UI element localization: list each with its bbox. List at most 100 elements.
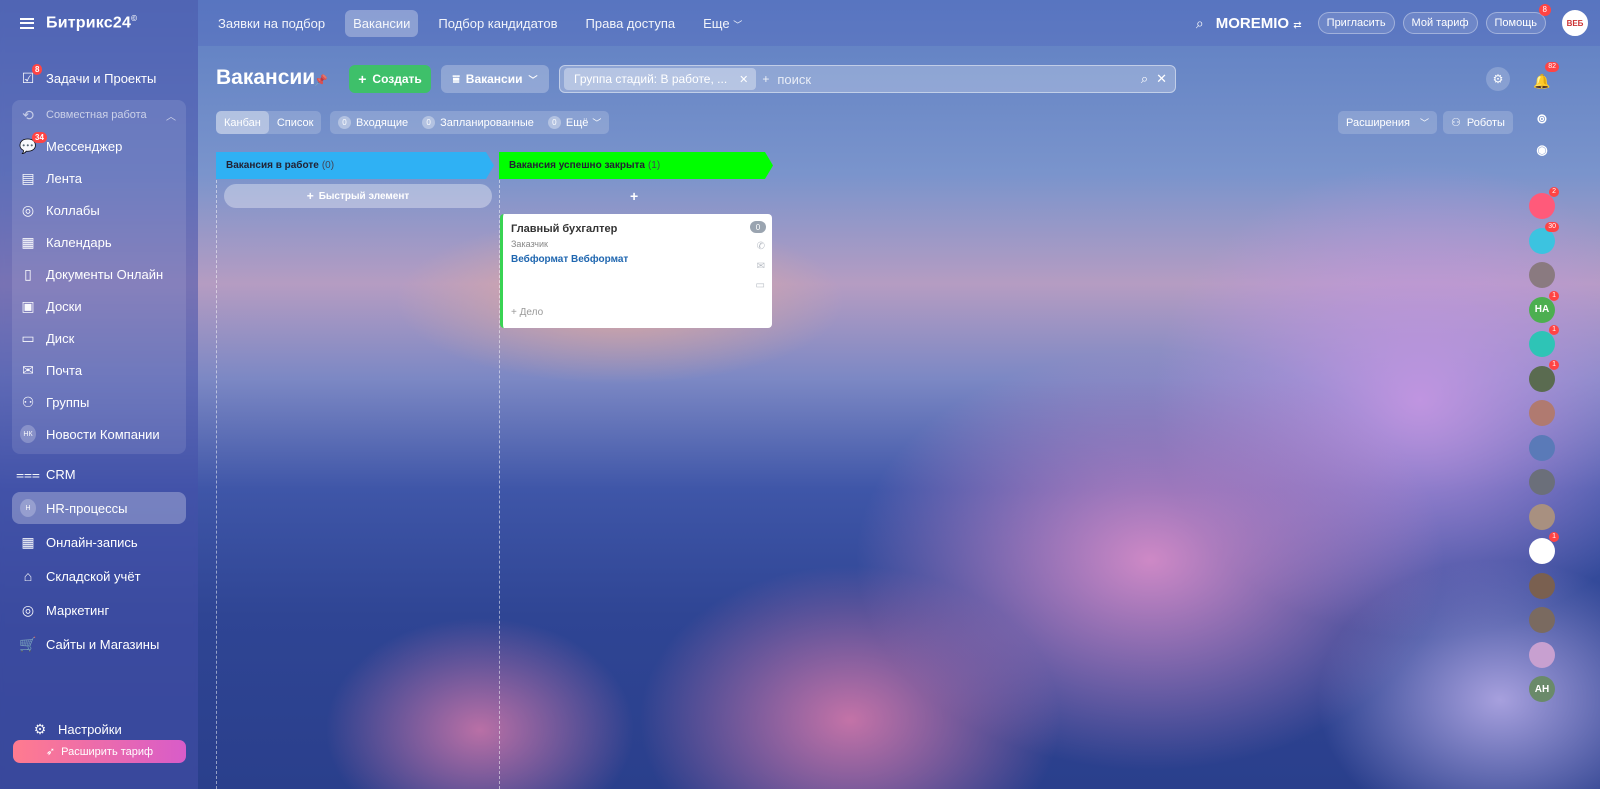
sidebar-item-sites[interactable]: 🛒 Сайты и Магазины — [12, 628, 186, 660]
scan-icon[interactable]: ⊚ — [1529, 106, 1555, 132]
right-bar-avatar[interactable]: 1 — [1529, 359, 1559, 392]
sidebar-item-label: Почта — [46, 362, 83, 378]
groups-icon: ⚇ — [21, 393, 35, 410]
sidebar-item-calendar[interactable]: ▦ Календарь — [12, 226, 186, 258]
avatar-badge: 2 — [1549, 187, 1559, 197]
right-bar-avatar[interactable]: 1 — [1529, 325, 1559, 357]
help-button[interactable]: Помощь 8 — [1485, 4, 1551, 34]
sidebar-item-mail[interactable]: ✉ Почта — [12, 354, 186, 386]
mail-icon[interactable]: ✉ — [757, 261, 765, 272]
extensions-label: Расширения — [1346, 116, 1410, 129]
tab-vacancies[interactable]: Вакансии — [345, 9, 419, 37]
sidebar-item-messenger[interactable]: 💬 34 Мессенджер — [12, 130, 186, 162]
invite-button[interactable]: Пригласить — [1317, 12, 1395, 34]
phone-icon[interactable]: ✆ — [757, 241, 765, 252]
right-bar-avatar[interactable]: 30 — [1529, 221, 1559, 254]
sidebar-group-collab[interactable]: ⟲ Совместная работа ︿ — [12, 100, 186, 130]
right-bar-avatar[interactable] — [1529, 434, 1555, 461]
sidebar-item-label: Новости Компании — [46, 426, 160, 442]
sidebar-item-warehouse[interactable]: ⌂ Складской учёт — [12, 560, 186, 592]
column-header-closed[interactable]: Вакансия успешно закрыта (1) — [499, 152, 773, 179]
add-activity-link[interactable]: + Дело — [511, 307, 543, 318]
tab-more[interactable]: Еще ﹀ — [695, 10, 750, 37]
create-button[interactable]: + Создать — [349, 65, 431, 93]
menu-burger-icon[interactable] — [20, 17, 34, 29]
kanban-settings-gear-icon[interactable]: ⚙ — [1486, 67, 1510, 91]
search-icon[interactable]: ⌕ — [1196, 15, 1204, 32]
chat-bubble-icon[interactable]: ◉ — [1529, 137, 1555, 163]
robot-icon: ⚇ — [1451, 117, 1461, 129]
warehouse-icon: ⌂ — [23, 568, 33, 584]
column-header-in-progress[interactable]: Вакансия в работе (0) — [216, 152, 494, 179]
view-list[interactable]: Список — [269, 111, 322, 134]
right-bar-avatar[interactable] — [1529, 262, 1555, 288]
card-title[interactable]: Главный бухгалтер — [511, 223, 617, 235]
sidebar-item-disk[interactable]: ▭ Диск — [12, 322, 186, 354]
bell-icon[interactable]: 🔔 82 — [1529, 62, 1559, 94]
right-bar-avatar[interactable] — [1529, 469, 1555, 495]
messenger-badge: 34 — [32, 132, 47, 143]
sidebar-item-label: Сайты и Магазины — [46, 636, 160, 652]
quick-add-button[interactable]: + Быстрый элемент — [224, 184, 492, 208]
counter-incoming[interactable]: 0 Входящие — [338, 116, 408, 129]
counter-more[interactable]: 0 Ещё ﹀ — [547, 116, 601, 129]
left-sidebar: Битрикс24© ☑ 8 Задачи и Проекты ⟲ Совмес… — [0, 0, 198, 789]
sidebar-item-docs[interactable]: ▯ Документы Онлайн — [12, 258, 186, 290]
my-tariff-button[interactable]: Мой тариф — [1402, 12, 1478, 34]
calendar-icon: ▦ — [21, 233, 35, 250]
search-icon[interactable]: ⌕ — [1141, 71, 1148, 87]
view-kanban[interactable]: Канбан — [216, 111, 269, 134]
right-bar-avatar[interactable]: 2 — [1529, 187, 1559, 219]
chevron-up-icon[interactable]: ︿ — [166, 108, 176, 123]
collab-icon: ⟲ — [22, 106, 34, 123]
sidebar-item-tasks[interactable]: ☑ 8 Задачи и Проекты — [12, 62, 186, 94]
clear-icon[interactable]: ✕ — [1156, 71, 1167, 87]
right-bar-avatar[interactable]: АН — [1529, 676, 1555, 702]
sidebar-item-label: Настройки — [58, 721, 122, 737]
comment-icon[interactable]: ▭ — [756, 280, 765, 291]
sidebar-item-feed[interactable]: ▤ Лента — [12, 162, 186, 194]
close-icon[interactable]: ✕ — [739, 73, 748, 86]
disk-icon: ▭ — [21, 329, 35, 346]
robots-label: Роботы — [1466, 116, 1505, 129]
card-client-link[interactable]: Вебформат Вебформат — [511, 254, 628, 265]
sidebar-item-news[interactable]: НК Новости Компании — [12, 418, 186, 450]
sidebar-item-booking[interactable]: ▦ Онлайн-запись — [12, 526, 186, 558]
kanban-card[interactable]: Главный бухгалтер Заказчик Вебформат Веб… — [500, 214, 772, 328]
sidebar-item-hr[interactable]: Н HR-процессы — [12, 492, 186, 524]
avatar-badge: 1 — [1549, 325, 1559, 335]
tab-candidates[interactable]: Подбор кандидатов — [430, 10, 565, 37]
company-brand[interactable]: MOREMIO ⇄ — [1216, 15, 1302, 32]
robots-button[interactable]: ⚇ Роботы — [1443, 111, 1513, 134]
filter-search-bar[interactable]: Группа стадий: В работе, ... ✕ + ⌕ ✕ — [559, 65, 1176, 93]
filter-chip[interactable]: Группа стадий: В работе, ... ✕ — [564, 68, 757, 90]
avatar-badge: 1 — [1549, 359, 1559, 370]
add-card-plus-icon[interactable]: + — [630, 188, 638, 204]
right-bar-avatar[interactable] — [1529, 641, 1555, 668]
right-bar-avatar[interactable]: 1 — [1529, 532, 1559, 564]
right-bar-avatar[interactable] — [1529, 503, 1555, 530]
tab-access[interactable]: Права доступа — [578, 10, 684, 37]
pin-icon[interactable]: 📌 — [314, 74, 328, 87]
sidebar-item-label: Календарь — [46, 234, 112, 250]
app-logo[interactable]: Битрикс24© — [46, 14, 137, 32]
sidebar-item-marketing[interactable]: ◎ Маркетинг — [12, 594, 186, 626]
sidebar-item-boards[interactable]: ▣ Доски — [12, 290, 186, 322]
user-avatar[interactable]: ВЕБ — [1562, 10, 1588, 36]
extensions-button[interactable]: Расширения ﹀ — [1338, 111, 1437, 134]
tab-requests[interactable]: Заявки на подбор — [210, 10, 333, 37]
right-bar-avatar[interactable] — [1529, 607, 1555, 633]
category-dropdown[interactable]: ⩸ Вакансии ﹀ — [441, 65, 549, 93]
board-icon: ▣ — [21, 297, 35, 314]
sidebar-item-collabs[interactable]: ◎ Коллабы — [12, 194, 186, 226]
right-bar-avatar[interactable] — [1529, 400, 1555, 426]
right-bar-avatar[interactable] — [1529, 572, 1555, 599]
right-bar-avatar[interactable]: НА 1 — [1529, 290, 1559, 323]
sidebar-item-label: HR-процессы — [46, 500, 128, 516]
upgrade-tariff-button[interactable]: ➶ Расширить тариф — [13, 740, 186, 763]
sidebar-item-groups[interactable]: ⚇ Группы — [12, 386, 186, 418]
sidebar-item-crm[interactable]: ⩶ CRM — [12, 458, 186, 490]
search-input[interactable] — [777, 71, 1138, 87]
counter-planned[interactable]: 0 Запланированные — [422, 116, 534, 129]
sidebar-item-label: CRM — [46, 466, 76, 482]
